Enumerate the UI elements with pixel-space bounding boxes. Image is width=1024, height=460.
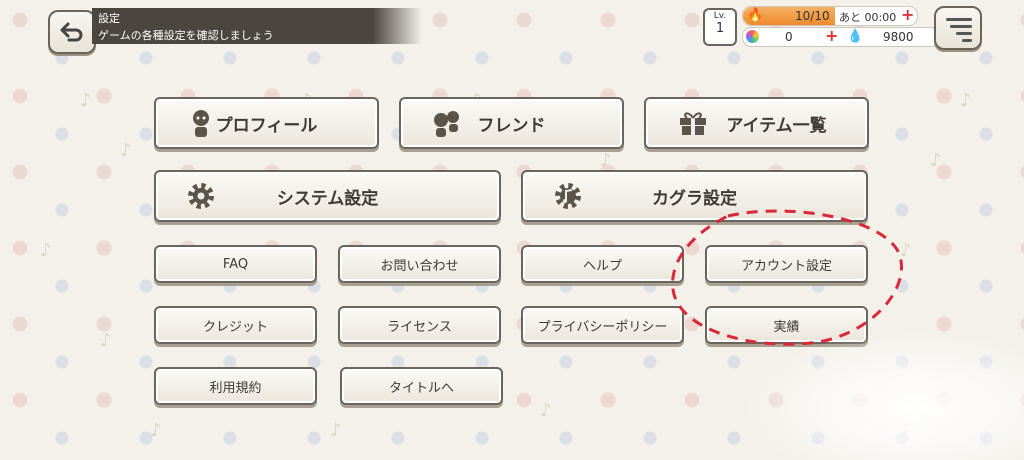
profile-button[interactable]: プロフィール (154, 97, 379, 149)
items-button[interactable]: アイテム一覧 (644, 97, 869, 149)
help-label: ヘルプ (582, 258, 622, 274)
gem-plus-icon[interactable]: + (825, 26, 838, 45)
license-button[interactable]: ライセンス (338, 306, 501, 344)
menu-button[interactable] (934, 6, 982, 50)
page-title: 設定 (98, 12, 120, 25)
stamina-plus-icon[interactable]: + (901, 5, 914, 24)
credits-button[interactable]: クレジット (154, 306, 317, 344)
friends-label: フレンド (477, 115, 546, 136)
currency-bar: 0 + 💧 9800 (742, 26, 940, 47)
coin-value: 9800 (883, 30, 914, 44)
stamina-bar: 🔥 10/10 あと 00:00 + (742, 5, 918, 26)
friends-icon (434, 111, 459, 137)
account-settings-label: アカウント設定 (740, 258, 832, 274)
system-settings-button[interactable]: システム設定 (154, 170, 501, 222)
back-button[interactable] (48, 10, 96, 54)
terms-button[interactable]: 利用規約 (154, 367, 317, 405)
kagura-settings-label: カグラ設定 (652, 188, 737, 209)
contact-button[interactable]: お問い合わせ (338, 245, 501, 283)
license-label: ライセンス (387, 319, 452, 335)
page-title-bar: 設定 ゲームの各種設定を確認しましょう (92, 8, 422, 44)
gear-icon (188, 183, 214, 209)
menu-icon (946, 18, 972, 21)
kagura-settings-button[interactable]: カグラ設定 (521, 170, 868, 222)
to-title-label: タイトルへ (388, 380, 454, 396)
help-button[interactable]: ヘルプ (521, 245, 684, 283)
music-gear-icon (555, 183, 581, 209)
gift-icon (680, 112, 706, 135)
system-settings-label: システム設定 (276, 188, 379, 209)
drop-icon: 💧 (847, 29, 864, 44)
to-title-button[interactable]: タイトルへ (340, 367, 503, 405)
gem-icon (746, 30, 759, 43)
achievements-label: 実績 (773, 319, 800, 335)
achievements-button[interactable]: 実績 (705, 306, 868, 344)
faq-button[interactable]: FAQ (154, 245, 317, 283)
privacy-policy-button[interactable]: プライバシーポリシー (521, 306, 684, 344)
faq-label: FAQ (222, 256, 249, 272)
credits-label: クレジット (202, 319, 268, 335)
gem-value: 0 (785, 30, 793, 44)
contact-label: お問い合わせ (380, 258, 459, 274)
account-settings-button[interactable]: アカウント設定 (705, 245, 868, 283)
level-label: Lv. (713, 11, 727, 21)
back-arrow-icon (60, 22, 83, 42)
profile-label: プロフィール (215, 115, 318, 136)
stamina-value: 10/10 (795, 9, 830, 23)
items-label: アイテム一覧 (726, 115, 827, 136)
level-badge: Lv. 1 (703, 8, 737, 46)
level-value: 1 (715, 21, 725, 36)
profile-icon (193, 110, 209, 137)
flame-icon: 🔥 (747, 8, 764, 23)
privacy-policy-label: プライバシーポリシー (537, 319, 668, 335)
terms-label: 利用規約 (209, 380, 262, 396)
friends-button[interactable]: フレンド (399, 97, 624, 149)
stamina-timer: あと 00:00 (839, 11, 897, 24)
page-subtitle: ゲームの各種設定を確認しましょう (98, 29, 274, 42)
